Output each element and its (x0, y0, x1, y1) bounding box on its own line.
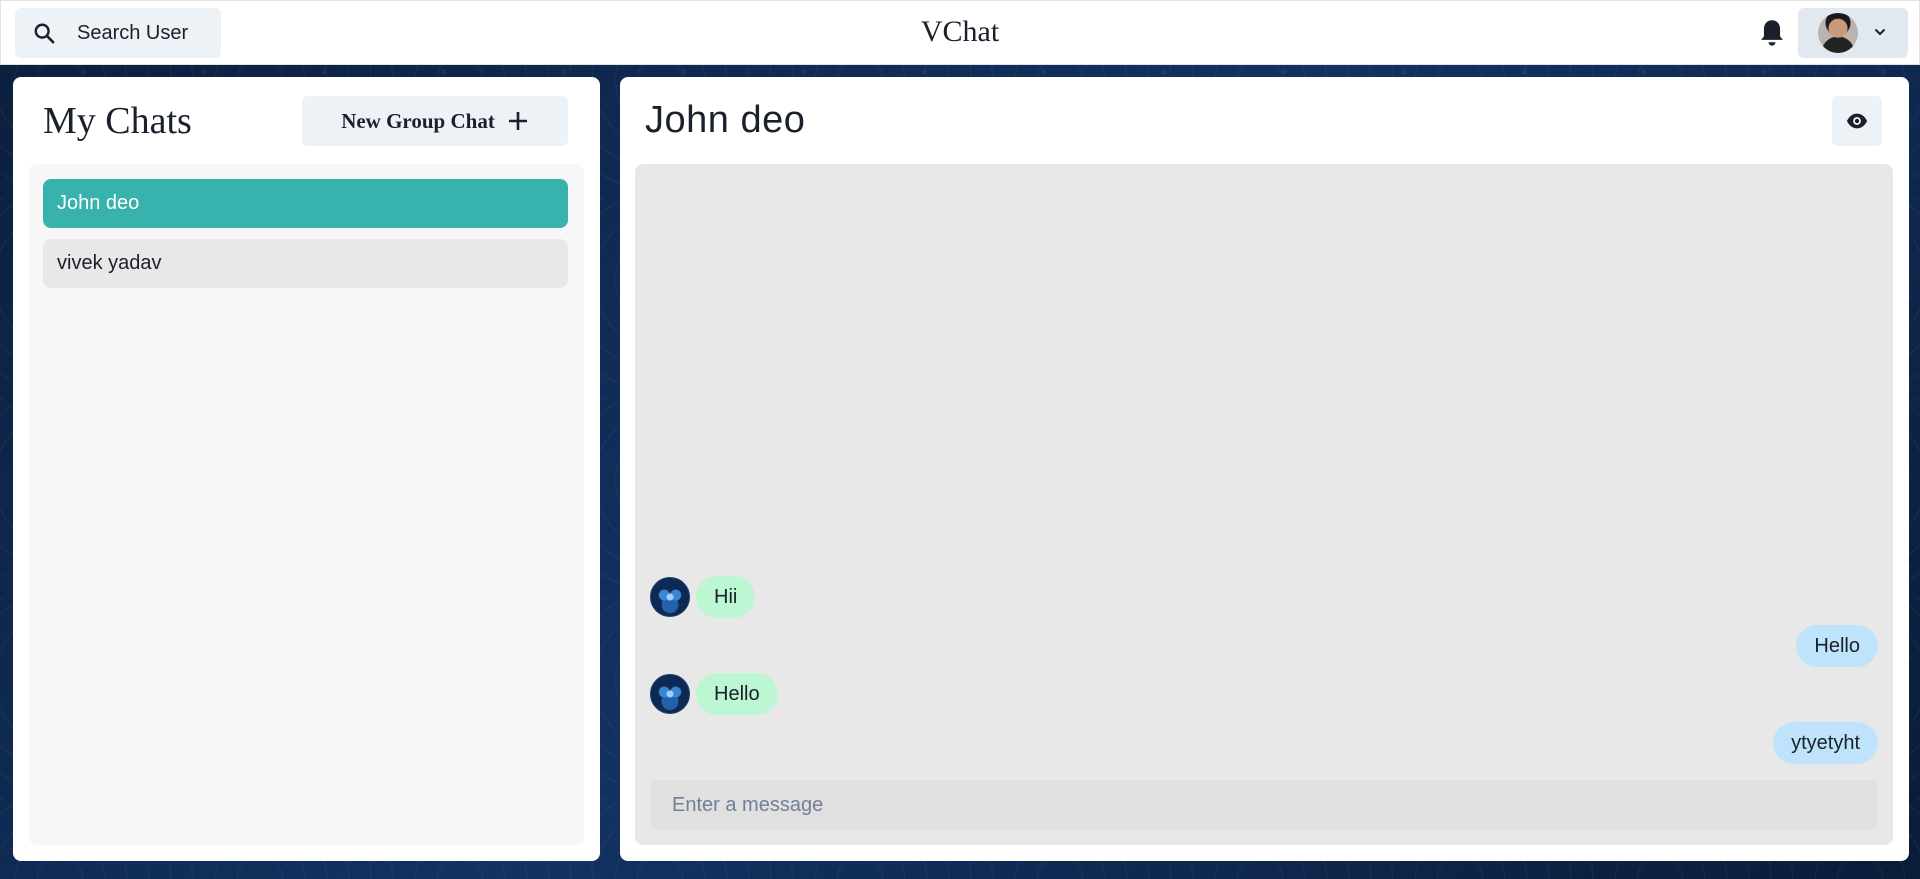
bell-icon (1761, 20, 1783, 46)
chat-title: John deo (645, 99, 806, 141)
message-input[interactable] (650, 780, 1878, 830)
message-bubble-outgoing: Hello (1796, 625, 1878, 667)
message-bubble-incoming: Hello (696, 673, 778, 715)
sender-avatar[interactable] (650, 674, 690, 714)
new-group-chat-label: New Group Chat (341, 108, 495, 133)
sender-avatar[interactable] (650, 577, 690, 617)
message-bubble-incoming: Hii (696, 576, 756, 618)
chat-list: John deo vivek yadav (29, 164, 584, 845)
eye-icon (1846, 113, 1868, 129)
view-profile-button[interactable] (1832, 96, 1882, 146)
message-text: Hii (714, 585, 738, 608)
message-text: Hello (1814, 634, 1860, 657)
top-bar: Search User VChat (0, 0, 1920, 65)
chat-item-name: John deo (57, 192, 140, 214)
chat-item-name: vivek yadav (57, 252, 162, 274)
message-text: ytyetyht (1791, 731, 1860, 754)
user-avatar (1818, 13, 1858, 53)
my-chats-title: My Chats (43, 100, 192, 142)
message-text: Hello (714, 682, 760, 705)
notification-bell-button[interactable] (1758, 18, 1786, 48)
messages-area: Hii Hello Hello ytyetyht (635, 164, 1893, 845)
chevron-down-icon (1875, 29, 1885, 35)
app-title: VChat (920, 15, 1000, 48)
profile-menu-button[interactable] (1798, 8, 1908, 58)
message-bubble-outgoing: ytyetyht (1773, 722, 1878, 764)
plus-icon (508, 112, 527, 130)
chat-panel: John deo Hii Hello Hello ytyetyht (620, 77, 1909, 861)
my-chats-panel: My Chats New Group Chat John deo vivek y… (13, 77, 600, 861)
chat-list-item[interactable]: John deo (43, 179, 568, 228)
new-group-chat-button[interactable]: New Group Chat (302, 96, 568, 146)
chat-list-item[interactable]: vivek yadav (43, 239, 568, 288)
